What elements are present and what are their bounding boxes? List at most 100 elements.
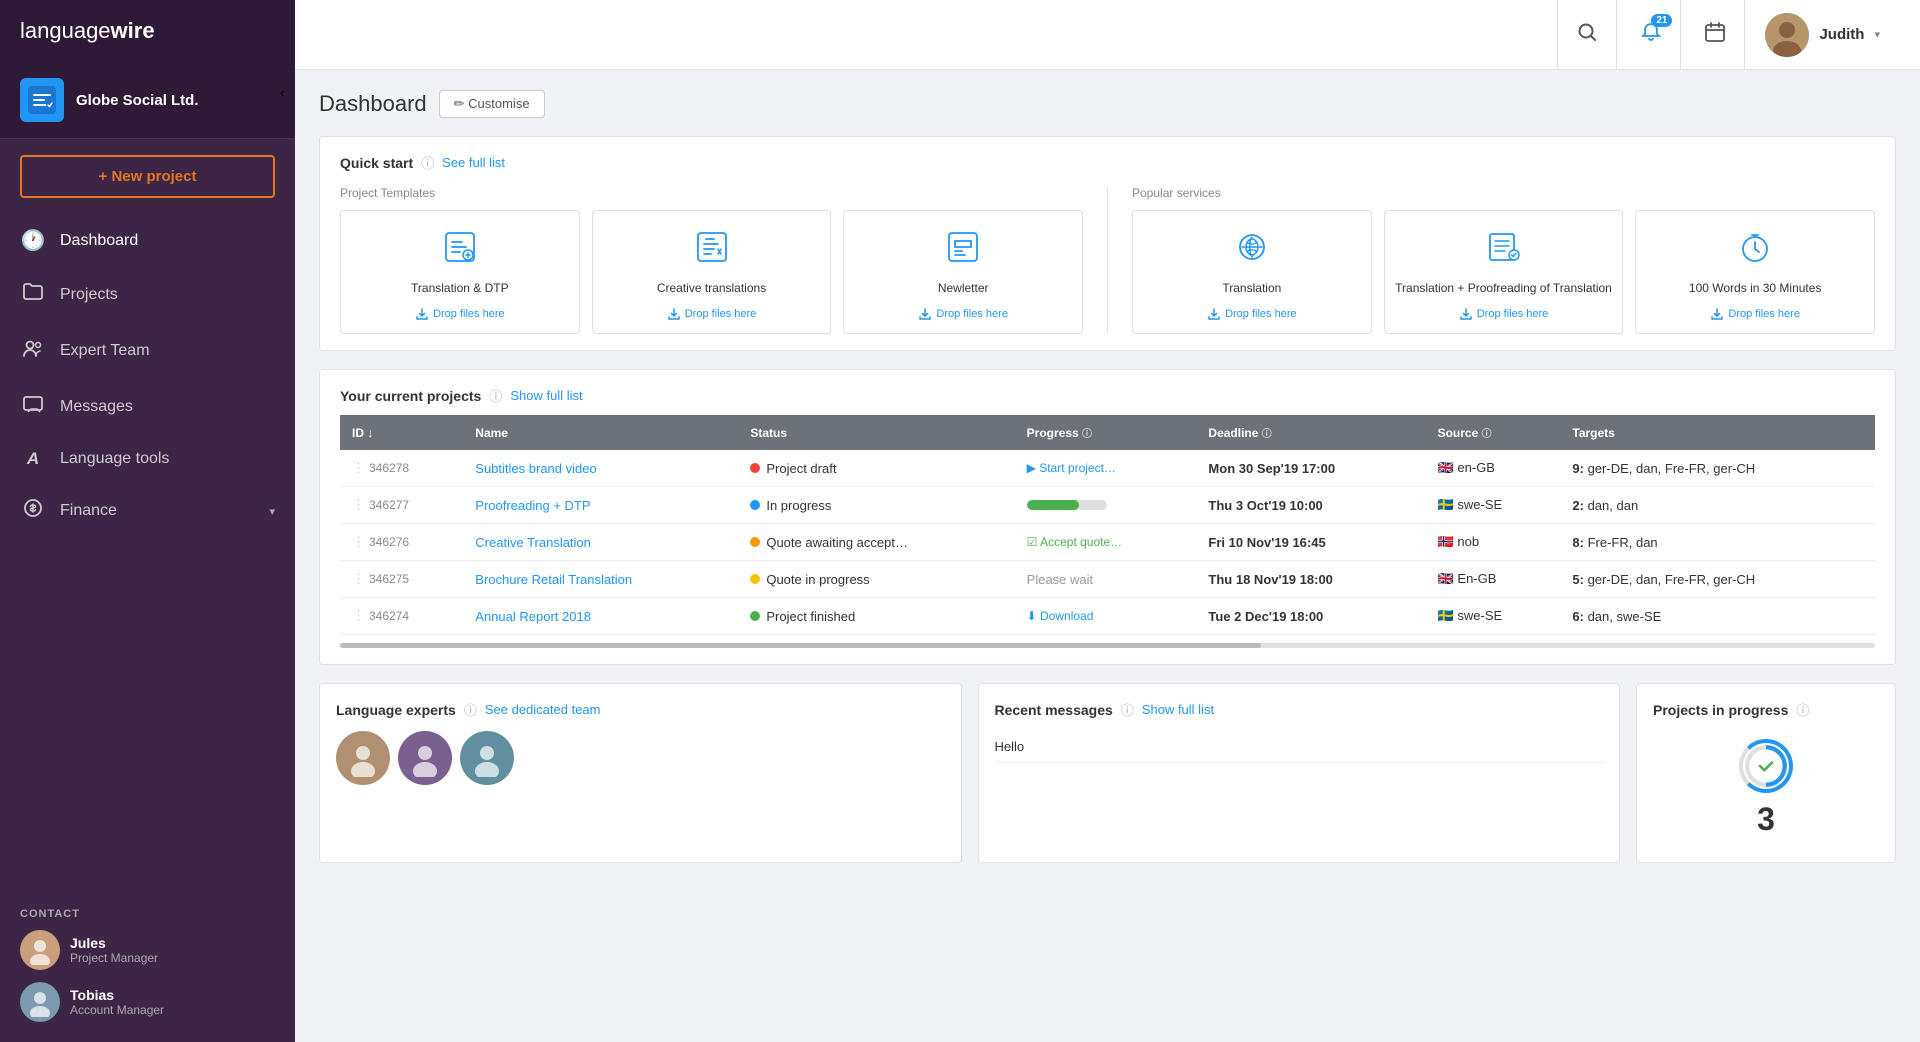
- jules-role: Project Manager: [70, 951, 158, 965]
- notifications-button[interactable]: 21: [1621, 0, 1681, 70]
- new-project-button[interactable]: + New project: [20, 155, 275, 198]
- sidebar-item-finance[interactable]: Finance ▾: [0, 483, 295, 539]
- user-menu[interactable]: Judith ▾: [1749, 13, 1896, 57]
- recent-messages-help-icon[interactable]: ⓘ: [1121, 700, 1134, 719]
- tobias-role: Account Manager: [70, 1003, 164, 1017]
- project-name-link[interactable]: Brochure Retail Translation: [475, 572, 632, 587]
- template-newletter[interactable]: Newletter Drop files here: [843, 210, 1083, 334]
- sidebar-item-label: Messages: [60, 398, 133, 416]
- calendar-icon: [1704, 21, 1726, 49]
- contact-label: CONTACT: [20, 908, 275, 920]
- download-link[interactable]: ⬇ Download: [1027, 609, 1185, 623]
- col-source[interactable]: Source ⓘ: [1426, 415, 1561, 450]
- projects-help-icon[interactable]: ⓘ: [489, 386, 502, 405]
- projects-in-progress-title: Projects in progress: [1653, 702, 1788, 718]
- row-dots: ⋮: [352, 460, 365, 475]
- sidebar-item-projects[interactable]: Projects: [0, 267, 295, 323]
- targets-count: 8:: [1572, 535, 1584, 550]
- sidebar-item-language-tools[interactable]: A Language tools: [0, 435, 295, 483]
- project-id: 346278: [369, 461, 409, 475]
- sidebar-item-dashboard[interactable]: 🕐 Dashboard: [0, 214, 295, 267]
- translation-proofreading-icon: [1486, 229, 1522, 273]
- status-text: Quote in progress: [766, 572, 869, 587]
- content-area: Dashboard ✏ Customise Quick start ⓘ See …: [295, 70, 1920, 1042]
- template-translation-dtp[interactable]: Translation & DTP Drop files here: [340, 210, 580, 334]
- template-translation-dtp-drop: Drop files here: [415, 307, 505, 321]
- recent-messages-title: Recent messages: [995, 702, 1113, 718]
- popular-100words[interactable]: 100 Words in 30 Minutes Drop files here: [1635, 210, 1875, 334]
- project-name-link[interactable]: Subtitles brand video: [475, 461, 596, 476]
- translation-icon: [1234, 229, 1270, 273]
- company-name: Globe Social Ltd.: [76, 92, 199, 109]
- show-full-list-link[interactable]: Show full list: [510, 388, 582, 403]
- project-id: 346275: [369, 572, 409, 586]
- status-text: Quote awaiting accept…: [766, 535, 908, 550]
- popular-translation[interactable]: Translation Drop files here: [1132, 210, 1372, 334]
- show-full-list-messages-link[interactable]: Show full list: [1142, 702, 1214, 717]
- calendar-button[interactable]: [1685, 0, 1745, 70]
- contact-jules[interactable]: Jules Project Manager: [20, 930, 275, 970]
- header: 21 Judith ▾: [295, 0, 1920, 70]
- sidebar-collapse-button[interactable]: ‹: [280, 85, 284, 100]
- targets-list: Fre-FR, dan: [1588, 535, 1658, 550]
- project-id: 346276: [369, 535, 409, 549]
- project-name-link[interactable]: Proofreading + DTP: [475, 498, 590, 513]
- col-name[interactable]: Name: [463, 415, 738, 450]
- tobias-info: Tobias Account Manager: [70, 987, 164, 1017]
- source-lang: nob: [1457, 534, 1479, 549]
- finance-icon: [20, 497, 46, 525]
- recent-messages-card: Recent messages ⓘ Show full list Hello: [978, 683, 1621, 863]
- customise-button[interactable]: ✏ Customise: [439, 90, 545, 118]
- bottom-grid: Language experts ⓘ See dedicated team: [319, 683, 1896, 863]
- quick-start-header: Quick start ⓘ See full list: [340, 153, 1875, 172]
- deadline-text: Fri 10 Nov'19 16:45: [1208, 535, 1325, 550]
- sidebar-item-label: Dashboard: [60, 232, 138, 250]
- status-dot: [750, 500, 760, 510]
- project-name-link[interactable]: Creative Translation: [475, 535, 591, 550]
- creative-translations-icon: [694, 229, 730, 273]
- company-area[interactable]: Globe Social Ltd.: [0, 62, 295, 139]
- col-id[interactable]: ID ↓: [340, 415, 463, 450]
- tobias-avatar: [20, 982, 60, 1022]
- sidebar-item-label: Finance: [60, 502, 117, 520]
- jules-name: Jules: [70, 935, 158, 951]
- projects-table: ID ↓ Name Status Progress ⓘ Deadline ⓘ S…: [340, 415, 1875, 635]
- language-experts-help-icon[interactable]: ⓘ: [464, 700, 477, 719]
- table-row: ⋮346274Annual Report 2018Project finishe…: [340, 598, 1875, 635]
- status-text: Project draft: [766, 461, 836, 476]
- template-creative-translations[interactable]: Creative translations Drop files here: [592, 210, 832, 334]
- notification-badge: 21: [1651, 14, 1672, 27]
- contact-tobias[interactable]: Tobias Account Manager: [20, 982, 275, 1022]
- sidebar-item-expert-team[interactable]: Expert Team: [0, 323, 295, 379]
- project-templates-grid: Translation & DTP Drop files here Creati…: [340, 210, 1083, 334]
- see-dedicated-team-link[interactable]: See dedicated team: [485, 702, 601, 717]
- see-full-list-link[interactable]: See full list: [442, 155, 505, 170]
- projects-in-progress-help-icon[interactable]: ⓘ: [1796, 700, 1809, 719]
- project-name-link[interactable]: Annual Report 2018: [475, 609, 591, 624]
- finance-chevron-icon: ▾: [269, 505, 275, 518]
- quick-start-title: Quick start: [340, 155, 413, 171]
- search-button[interactable]: [1557, 0, 1617, 70]
- quick-start-help-icon[interactable]: ⓘ: [421, 153, 434, 172]
- language-experts-header: Language experts ⓘ See dedicated team: [336, 700, 945, 719]
- user-chevron-icon: ▾: [1874, 28, 1880, 41]
- expert-2-avatar: [398, 731, 452, 785]
- sidebar-item-label: Language tools: [60, 450, 169, 468]
- template-creative-translations-label: Creative translations: [657, 281, 766, 295]
- sidebar: languagewire Globe Social Ltd. + New pro…: [0, 0, 295, 1042]
- col-targets[interactable]: Targets: [1560, 415, 1875, 450]
- projects-in-progress-stat: 3: [1653, 731, 1879, 846]
- popular-translation-proofreading[interactable]: Translation + Proofreading of Translatio…: [1384, 210, 1624, 334]
- start-project-link[interactable]: ▶ Start project…: [1027, 461, 1185, 475]
- team-icon: [20, 337, 46, 365]
- projects-header: Your current projects ⓘ Show full list: [340, 386, 1875, 405]
- col-status[interactable]: Status: [738, 415, 1014, 450]
- col-deadline[interactable]: Deadline ⓘ: [1196, 415, 1425, 450]
- language-experts-persons: [336, 731, 945, 785]
- table-row: ⋮346277Proofreading + DTPIn progressThu …: [340, 487, 1875, 524]
- accept-quote-link[interactable]: ☑ Accept quote…: [1027, 535, 1185, 549]
- col-progress[interactable]: Progress ⓘ: [1015, 415, 1197, 450]
- row-dots: ⋮: [352, 571, 365, 586]
- sidebar-item-messages[interactable]: Messages: [0, 379, 295, 435]
- table-scrollbar[interactable]: [340, 643, 1875, 648]
